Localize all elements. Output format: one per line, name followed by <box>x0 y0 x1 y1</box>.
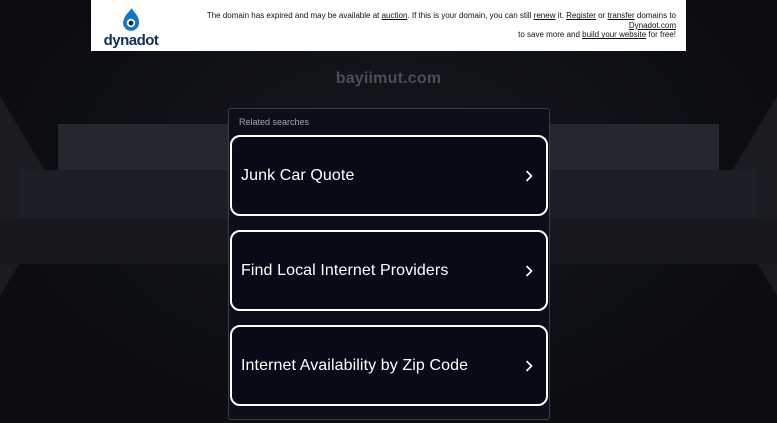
background-decoration <box>20 170 228 218</box>
banner-text: for free! <box>646 30 676 40</box>
chevron-right-icon <box>526 360 533 371</box>
page: dynadot The domain has expired and may b… <box>0 0 777 423</box>
logo-text: dynadot <box>103 31 159 49</box>
auction-link[interactable]: auction <box>382 11 408 20</box>
banner-text: it. <box>555 11 567 21</box>
banner-text: . If this is your domain, you can still <box>407 11 534 21</box>
related-search-label: Find Local Internet Providers <box>241 261 449 279</box>
domain-name: bayiimut.com <box>335 70 442 87</box>
expired-domain-banner: dynadot The domain has expired and may b… <box>91 0 686 51</box>
background-decoration <box>549 124 719 170</box>
related-searches-heading: Related searches <box>239 117 310 127</box>
banner-text: or <box>595 11 608 21</box>
transfer-link[interactable]: transfer <box>608 11 635 20</box>
related-search-item[interactable]: Junk Car Quote <box>230 135 548 216</box>
background-decoration <box>0 218 228 264</box>
related-search-item[interactable]: Find Local Internet Providers <box>230 230 548 311</box>
dynadot-logo-icon <box>123 7 140 31</box>
banner-text: domains to <box>634 11 676 21</box>
related-searches-panel: Related searches Junk Car Quote Find Loc… <box>228 108 550 420</box>
chevron-right-icon <box>526 265 533 276</box>
banner-text: The domain has expired and may be availa… <box>206 11 382 21</box>
related-search-label: Junk Car Quote <box>241 166 355 184</box>
background-decoration <box>549 218 777 264</box>
renew-link[interactable]: renew <box>534 11 556 20</box>
banner-message: The domain has expired and may be availa… <box>171 11 686 40</box>
background-decoration <box>58 124 228 170</box>
chevron-right-icon <box>526 170 533 181</box>
related-search-label: Internet Availability by Zip Code <box>241 356 469 374</box>
build-website-link[interactable]: build your website <box>582 30 646 39</box>
dynadot-logo[interactable]: dynadot <box>91 0 171 51</box>
related-search-item[interactable]: Internet Availability by Zip Code <box>230 325 548 406</box>
background-decoration <box>549 170 757 218</box>
register-link[interactable]: Register <box>566 11 596 20</box>
dynadot-link[interactable]: Dynadot.com <box>629 21 676 30</box>
banner-text: to save more and <box>518 30 583 40</box>
